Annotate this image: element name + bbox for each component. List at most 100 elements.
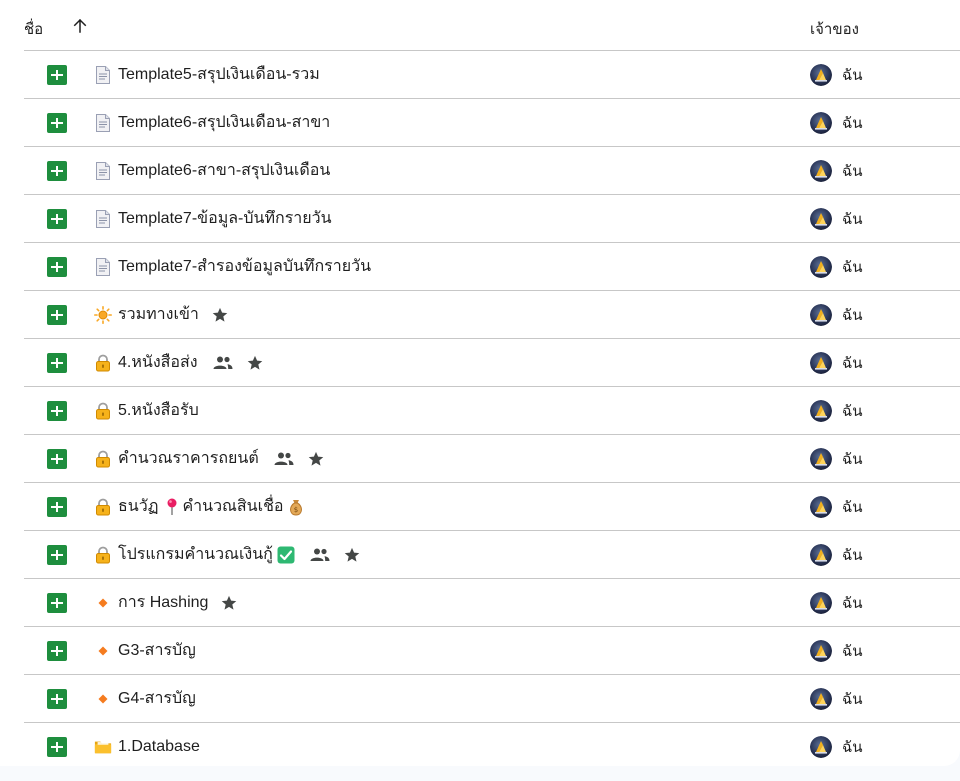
file-row[interactable]: 5.หนังสือรับ ฉัน [24,387,960,435]
file-row[interactable]: Template5-สรุปเงินเดือน-รวม ฉัน [24,51,960,99]
document-icon [94,65,112,84]
shared-people-icon [273,451,295,467]
google-sheets-icon [47,497,67,517]
file-name-cell: G3-สารบัญ [94,627,196,674]
owner-cell: ฉัน [810,627,862,674]
file-row[interactable]: 1.Database ฉัน [24,723,960,766]
owner-name: ฉัน [842,738,863,756]
lock-icon [94,498,112,516]
owner-name: ฉัน [842,114,863,132]
owner-name: ฉัน [842,162,863,180]
google-sheets-icon [47,257,67,277]
column-header-name[interactable]: ชื่อ [24,17,43,41]
google-sheets-icon [47,449,67,469]
lock-icon [94,354,112,372]
google-sheets-icon [47,113,67,133]
lock-icon [94,450,112,468]
owner-cell: ฉัน [810,387,862,434]
orange-diamond-icon [94,645,112,657]
file-row[interactable]: ธนวัฏ คำนวณสินเชื่อ $ ฉัน [24,483,960,531]
file-name-cell: Template6-สรุปเงินเดือน-สาขา [94,99,330,146]
shared-people-icon [212,355,234,371]
file-name: โปรแกรมคำนวณเงินกู้ [118,546,273,563]
file-name-cell: Template7-ข้อมูล-บันทึกรายวัน [94,195,332,242]
avatar [810,399,832,422]
file-name: 4.หนังสือส่ง [118,354,198,371]
owner-name: ฉัน [842,594,863,612]
file-row[interactable]: G4-สารบัญ ฉัน [24,675,960,723]
file-row[interactable]: Template7-ข้อมูล-บันทึกรายวัน ฉัน [24,195,960,243]
star-icon [246,354,264,372]
document-icon [94,257,112,276]
document-icon [94,113,112,132]
file-row[interactable]: 4.หนังสือส่ง ฉัน [24,339,960,387]
owner-cell: ฉัน [810,723,862,766]
google-sheets-icon [47,65,67,85]
star-icon [220,594,238,612]
avatar [810,255,832,278]
owner-cell: ฉัน [810,291,862,338]
owner-name: ฉัน [842,402,863,420]
star-icon [343,546,361,564]
file-row[interactable]: รวมทางเข้า ฉัน [24,291,960,339]
file-name: รวมทางเข้า [118,306,199,323]
file-name-cell: ธนวัฏ คำนวณสินเชื่อ $ [94,483,304,530]
google-sheets-icon [47,545,67,565]
arrow-up-icon [73,18,87,33]
avatar [810,351,832,374]
file-list: Template5-สรุปเงินเดือน-รวม ฉัน Template6-… [24,51,960,766]
owner-name: ฉัน [842,306,863,324]
file-name-cell: Template5-สรุปเงินเดือน-รวม [94,51,320,98]
sun-icon [94,305,112,324]
file-name-cell: การ Hashing [94,579,238,626]
owner-name: ฉัน [842,498,863,516]
file-name: Template6-สาขา-สรุปเงินเดือน [118,162,331,179]
file-row[interactable]: Template7-สำรองข้อมูลบันทึกรายวัน ฉัน [24,243,960,291]
sort-direction-button[interactable] [64,10,96,42]
owner-cell: ฉัน [810,195,862,242]
file-row[interactable]: Template6-สรุปเงินเดือน-สาขา ฉัน [24,99,960,147]
file-list-panel: ชื่อ เจ้าของ Template5-สรุปเงินเดือน-รวม… [0,0,960,766]
svg-text:$: $ [293,506,297,514]
owner-name: ฉัน [842,546,863,564]
owner-cell: ฉัน [810,51,862,98]
owner-name: ฉัน [842,354,863,372]
file-name: 5.หนังสือรับ [118,402,199,419]
owner-name: ฉัน [842,258,863,276]
avatar [810,447,832,470]
lock-icon [94,402,112,420]
owner-cell: ฉัน [810,99,862,146]
owner-cell: ฉัน [810,579,862,626]
file-row[interactable]: โปรแกรมคำนวณเงินกู้ ฉัน [24,531,960,579]
folder-icon [94,738,112,756]
check-mark-icon [277,546,295,564]
google-sheets-icon [47,593,67,613]
owner-name: ฉัน [842,642,863,660]
file-name-cell: G4-สารบัญ [94,675,196,722]
owner-name: ฉัน [842,66,863,84]
owner-cell: ฉัน [810,147,862,194]
avatar [810,591,832,614]
avatar [810,735,832,758]
avatar [810,159,832,182]
star-icon [211,306,229,324]
file-row[interactable]: Template6-สาขา-สรุปเงินเดือน ฉัน [24,147,960,195]
file-name-cell: รวมทางเข้า [94,291,229,338]
avatar [810,111,832,134]
google-sheets-icon [47,209,67,229]
owner-name: ฉัน [842,690,863,708]
column-header-owner[interactable]: เจ้าของ [810,17,859,41]
avatar [810,543,832,566]
google-sheets-icon [47,737,67,757]
google-sheets-icon [47,161,67,181]
owner-cell: ฉัน [810,243,862,290]
file-row[interactable]: การ Hashing ฉัน [24,579,960,627]
owner-cell: ฉัน [810,339,862,386]
google-sheets-icon [47,689,67,709]
google-sheets-icon [47,641,67,661]
avatar [810,207,832,230]
file-row[interactable]: G3-สารบัญ ฉัน [24,627,960,675]
avatar [810,639,832,662]
orange-diamond-icon [94,597,112,609]
file-row[interactable]: คำนวณราคารถยนต์ ฉัน [24,435,960,483]
